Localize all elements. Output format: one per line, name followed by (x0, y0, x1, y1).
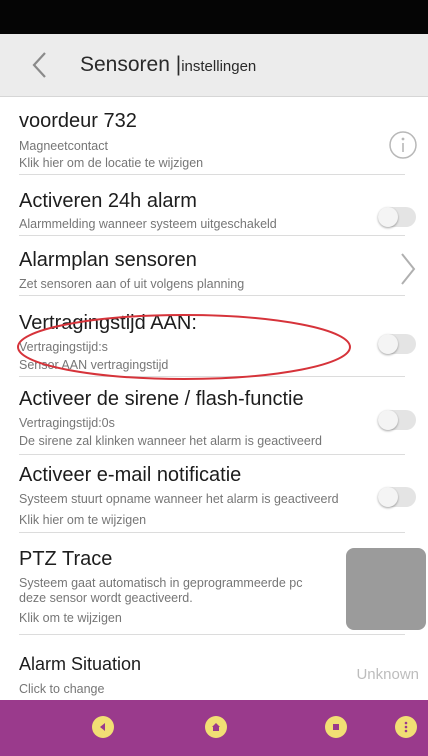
row-hint: Klik hier om de locatie te wijzigen (19, 156, 204, 170)
more-icon (404, 721, 408, 733)
ptz-preview-thumbnail[interactable] (346, 548, 426, 630)
home-icon (212, 723, 220, 731)
divider (19, 634, 405, 635)
activate-24h-alarm-toggle[interactable] (378, 207, 416, 227)
sensor-name-row[interactable]: voordeur 732 Magneetcontact Klik hier om… (0, 96, 428, 180)
alarm-schedule-row[interactable]: Alarmplan sensoren Zet sensoren aan of u… (0, 242, 428, 304)
row-title: Alarm Situation (19, 654, 142, 674)
settings-list: voordeur 732 Magneetcontact Klik hier om… (0, 96, 428, 700)
divider (19, 174, 405, 175)
nav-back-button[interactable] (92, 716, 114, 738)
row-subtitle: Zet sensoren aan of uit volgens planning (19, 277, 245, 291)
row-title: Activeer de sirene / flash-functie (19, 388, 304, 410)
page-title: Sensoren |instellingen (80, 53, 256, 77)
page-title-main: Sensoren (80, 53, 170, 76)
toggle-knob (378, 207, 398, 227)
divider (19, 235, 405, 236)
email-notification-row[interactable]: Activeer e-mail notificatie Systeem stuu… (0, 464, 428, 544)
header-bar: Sensoren |instellingen (0, 34, 428, 97)
row-subtitle: Alarmmelding wanneer systeem uitgeschake… (19, 217, 277, 231)
back-icon (100, 723, 105, 731)
divider (19, 532, 405, 533)
row-hint: Klik hier om te wijzigen (19, 513, 147, 527)
chevron-right-icon[interactable] (398, 251, 418, 287)
row-hint: De sirene zal klinken wanneer het alarm … (19, 434, 322, 448)
row-title: Vertragingstijd AAN: (19, 312, 197, 334)
row-subtitle: Systeem stuurt opname wanneer het alarm … (19, 492, 339, 506)
alarm-situation-row[interactable]: Alarm Situation Click to change Unknown (0, 644, 428, 700)
toggle-knob (378, 410, 398, 430)
row-title: voordeur 732 (19, 110, 137, 132)
row-title: Activeer e-mail notificatie (19, 464, 242, 486)
divider (19, 454, 405, 455)
row-title: Activeren 24h alarm (19, 190, 197, 212)
row-subtitle: Magneetcontact (19, 139, 108, 153)
info-icon[interactable] (388, 130, 418, 160)
ptz-trace-row[interactable]: PTZ Trace Systeem gaat automatisch in ge… (0, 544, 428, 644)
row-subtitle-2: deze sensor wordt geactiveerd. (19, 591, 193, 605)
row-title: PTZ Trace (19, 548, 113, 570)
back-button[interactable] (26, 50, 56, 80)
nav-menu-button[interactable] (325, 716, 347, 738)
toggle-knob (378, 487, 398, 507)
row-title: Alarmplan sensoren (19, 249, 197, 271)
alarm-situation-value: Unknown (356, 666, 419, 683)
delay-time-toggle[interactable] (378, 334, 416, 354)
row-hint: Sensor AAN vertragingstijd (19, 358, 169, 372)
toggle-knob (378, 334, 398, 354)
row-subtitle: Vertragingstijd:s (19, 340, 108, 354)
email-notification-toggle[interactable] (378, 487, 416, 507)
nav-more-button[interactable] (395, 716, 417, 738)
row-subtitle: Systeem gaat automatisch in geprogrammee… (19, 576, 303, 590)
row-hint: Click to change (19, 682, 105, 696)
divider (19, 376, 405, 377)
row-subtitle: Vertragingstijd:0s (19, 416, 115, 430)
activate-24h-alarm-row: Activeren 24h alarm Alarmmelding wanneer… (0, 180, 428, 242)
siren-flash-toggle[interactable] (378, 410, 416, 430)
menu-icon (333, 724, 339, 730)
row-hint: Klik om te wijzigen (19, 611, 122, 625)
divider (19, 295, 405, 296)
nav-home-button[interactable] (205, 716, 227, 738)
bottom-nav-bar (0, 700, 428, 756)
siren-flash-row: Activeer de sirene / flash-functie Vertr… (0, 384, 428, 464)
chevron-left-icon (32, 52, 46, 78)
delay-time-row: Vertragingstijd AAN: Vertragingstijd:s S… (0, 304, 428, 384)
page-title-sub: instellingen (181, 58, 257, 75)
status-bar (0, 0, 428, 34)
